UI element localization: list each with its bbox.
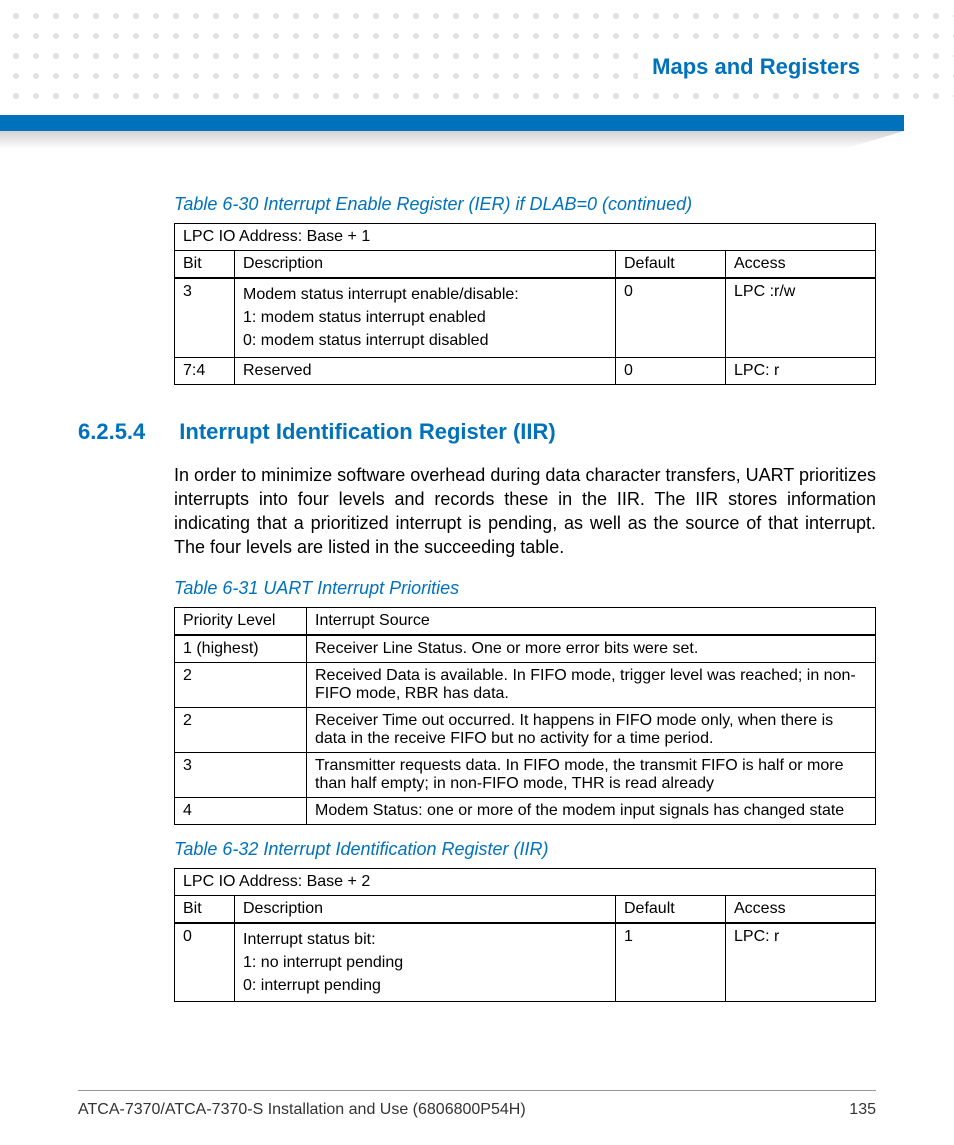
table-30-r2-desc: Reserved bbox=[235, 357, 616, 384]
section-paragraph: In order to minimize software overhead d… bbox=[174, 463, 876, 560]
table-30-r2-acc: LPC: r bbox=[726, 357, 876, 384]
table-31-r1-b: Receiver Line Status. One or more error … bbox=[307, 635, 876, 663]
table-30-r1-desc-l2: 1: modem status interrupt enabled bbox=[243, 306, 607, 329]
table-32-r1-desc-l1: Interrupt status bit: bbox=[243, 928, 607, 951]
table-31: Priority Level Interrupt Source 1 (highe… bbox=[174, 607, 876, 825]
table-30-r2-def: 0 bbox=[616, 357, 726, 384]
table-31-r2-a: 2 bbox=[175, 662, 307, 707]
table-31-r4-b: Transmitter requests data. In FIFO mode,… bbox=[307, 752, 876, 797]
table-30-r1-bit: 3 bbox=[175, 278, 235, 357]
section-number: 6.2.5.4 bbox=[78, 419, 145, 445]
table-32-r1-desc-l3: 0: interrupt pending bbox=[243, 974, 607, 997]
table-30-r1-desc-l3: 0: modem status interrupt disabled bbox=[243, 329, 607, 352]
table-31-r1-a: 1 (highest) bbox=[175, 635, 307, 663]
table-31-r3-b: Receiver Time out occurred. It happens i… bbox=[307, 707, 876, 752]
section-heading: 6.2.5.4 Interrupt Identification Registe… bbox=[78, 419, 876, 445]
header-blue-bar bbox=[0, 115, 904, 131]
header-bar-shadow bbox=[0, 131, 904, 149]
table-31-r2-b: Received Data is available. In FIFO mode… bbox=[307, 662, 876, 707]
footer-doc-title: ATCA-7370/ATCA-7370-S Installation and U… bbox=[78, 1101, 526, 1119]
table-32-r1-bit: 0 bbox=[175, 923, 235, 1002]
table-30-hdr-def: Default bbox=[616, 251, 726, 279]
table-31-r4-a: 3 bbox=[175, 752, 307, 797]
table-32-r1-def: 1 bbox=[616, 923, 726, 1002]
table-30: LPC IO Address: Base + 1 Bit Description… bbox=[174, 223, 876, 385]
table-32-r1-acc: LPC: r bbox=[726, 923, 876, 1002]
table-30-r1-desc-l1: Modem status interrupt enable/disable: bbox=[243, 283, 607, 306]
table-31-hdr-b: Interrupt Source bbox=[307, 607, 876, 635]
table-32-hdr-bit: Bit bbox=[175, 895, 235, 923]
table-30-hdr-bit: Bit bbox=[175, 251, 235, 279]
table-30-r2-bit: 7:4 bbox=[175, 357, 235, 384]
table-32-r1-desc-l2: 1: no interrupt pending bbox=[243, 951, 607, 974]
table-32-hdr-def: Default bbox=[616, 895, 726, 923]
chapter-title: Maps and Registers bbox=[638, 50, 874, 84]
table-31-caption: Table 6-31 UART Interrupt Priorities bbox=[174, 578, 876, 599]
table-31-r5-a: 4 bbox=[175, 797, 307, 824]
table-30-r1-desc: Modem status interrupt enable/disable: 1… bbox=[235, 278, 616, 357]
table-30-r1-def: 0 bbox=[616, 278, 726, 357]
table-32-addr: LPC IO Address: Base + 2 bbox=[175, 868, 876, 895]
table-31-r5-b: Modem Status: one or more of the modem i… bbox=[307, 797, 876, 824]
table-30-hdr-acc: Access bbox=[726, 251, 876, 279]
table-32-hdr-desc: Description bbox=[235, 895, 616, 923]
table-30-addr: LPC IO Address: Base + 1 bbox=[175, 224, 876, 251]
table-32-caption: Table 6-32 Interrupt Identification Regi… bbox=[174, 839, 876, 860]
table-31-r3-a: 2 bbox=[175, 707, 307, 752]
table-31-hdr-a: Priority Level bbox=[175, 607, 307, 635]
footer-page-number: 135 bbox=[849, 1101, 876, 1119]
footer: ATCA-7370/ATCA-7370-S Installation and U… bbox=[78, 1090, 876, 1119]
table-30-caption: Table 6-30 Interrupt Enable Register (IE… bbox=[174, 194, 876, 215]
section-title: Interrupt Identification Register (IIR) bbox=[179, 419, 555, 445]
table-30-r1-acc: LPC :r/w bbox=[726, 278, 876, 357]
table-32-r1-desc: Interrupt status bit: 1: no interrupt pe… bbox=[235, 923, 616, 1002]
table-30-hdr-desc: Description bbox=[235, 251, 616, 279]
table-32: LPC IO Address: Base + 2 Bit Description… bbox=[174, 868, 876, 1003]
table-32-hdr-acc: Access bbox=[726, 895, 876, 923]
